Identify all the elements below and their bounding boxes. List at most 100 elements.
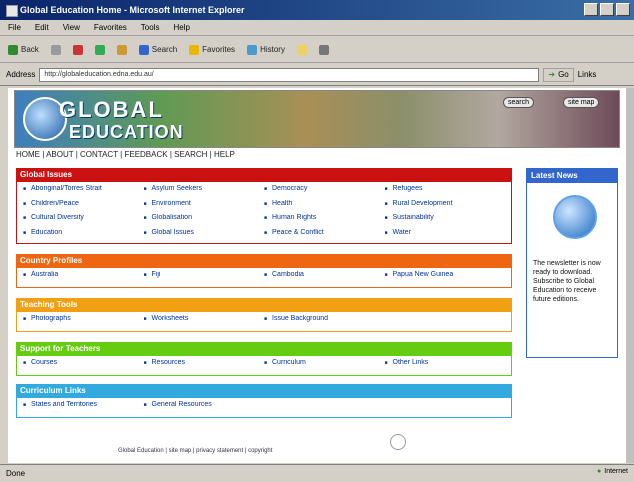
link[interactable]: States and Territories bbox=[23, 401, 144, 414]
link[interactable]: Education bbox=[23, 229, 144, 241]
search-label: Search bbox=[151, 45, 178, 54]
refresh-button[interactable] bbox=[94, 44, 105, 55]
section-links: States and Territories General Resources bbox=[16, 398, 512, 418]
section-curriculum-links: Curriculum Links States and Territories … bbox=[16, 384, 512, 418]
back-icon bbox=[8, 44, 18, 55]
minimize-button[interactable] bbox=[584, 3, 598, 16]
globe-icon[interactable] bbox=[553, 195, 597, 239]
link[interactable]: Cultural Diversity bbox=[23, 214, 144, 226]
page-content: GLOBAL EDUCATION search site map HOME | … bbox=[8, 88, 626, 463]
go-button[interactable]: ➔ Go bbox=[543, 67, 574, 82]
go-arrow-icon: ➔ bbox=[548, 70, 556, 79]
menu-tools[interactable]: Tools bbox=[141, 23, 160, 32]
section-links: Photographs Worksheets Issue Background bbox=[16, 312, 512, 332]
link[interactable]: Fiji bbox=[144, 271, 265, 284]
search-icon bbox=[138, 44, 149, 55]
latest-news-text[interactable]: The newsletter is now ready to download.… bbox=[533, 259, 615, 304]
internet-zone-icon: ● bbox=[597, 468, 602, 475]
banner-sitemap-button[interactable]: site map bbox=[563, 97, 600, 108]
ie-icon bbox=[6, 5, 18, 17]
section-links: Aboriginal/Torres Strait Asylum Seekers … bbox=[16, 182, 512, 244]
link[interactable]: Other Links bbox=[385, 359, 506, 372]
forward-button[interactable] bbox=[50, 44, 61, 55]
link[interactable]: Sustainability bbox=[385, 214, 506, 226]
link[interactable]: Globalisation bbox=[144, 214, 265, 226]
section-country-profiles: Country Profiles Australia Fiji Cambodia… bbox=[16, 254, 512, 288]
mail-button[interactable] bbox=[296, 44, 307, 55]
logo-line-1: GLOBAL bbox=[59, 97, 164, 122]
stop-button[interactable] bbox=[72, 44, 83, 55]
latest-news-title: Latest News bbox=[527, 169, 617, 183]
menu-edit[interactable]: Edit bbox=[35, 23, 49, 32]
section-links: Courses Resources Curriculum Other Links bbox=[16, 356, 512, 376]
link[interactable]: Photographs bbox=[23, 315, 144, 328]
history-icon bbox=[247, 44, 258, 55]
home-button[interactable] bbox=[116, 44, 127, 55]
favorites-icon bbox=[189, 44, 200, 55]
link[interactable]: Refugees bbox=[385, 185, 506, 197]
section-teaching-tools: Teaching Tools Photographs Worksheets Is… bbox=[16, 298, 512, 332]
menu-file[interactable]: File bbox=[8, 23, 21, 32]
section-title: Country Profiles bbox=[16, 254, 512, 268]
section-support-for-teachers: Support for Teachers Courses Resources C… bbox=[16, 342, 512, 376]
close-button[interactable] bbox=[616, 3, 630, 16]
menu-favorites[interactable]: Favorites bbox=[94, 23, 127, 32]
link[interactable]: Australia bbox=[23, 271, 144, 284]
section-title: Support for Teachers bbox=[16, 342, 512, 356]
link[interactable]: Environment bbox=[144, 200, 265, 212]
print-icon bbox=[318, 44, 329, 55]
link[interactable]: Peace & Conflict bbox=[264, 229, 385, 241]
back-button[interactable]: Back bbox=[8, 44, 39, 55]
status-bar: Done ● Internet bbox=[0, 464, 634, 482]
mail-icon bbox=[296, 44, 307, 55]
vertical-scrollbar[interactable] bbox=[626, 88, 634, 463]
link[interactable]: Curriculum bbox=[264, 359, 385, 372]
site-banner: GLOBAL EDUCATION search site map bbox=[14, 90, 620, 148]
link[interactable]: Courses bbox=[23, 359, 144, 372]
link[interactable]: Papua New Guinea bbox=[385, 271, 506, 284]
zone-label: Internet bbox=[604, 468, 628, 475]
refresh-icon bbox=[94, 44, 105, 55]
logo-line-2: EDUCATION bbox=[69, 122, 184, 142]
status-text: Done bbox=[6, 469, 26, 478]
link[interactable]: Democracy bbox=[264, 185, 385, 197]
section-title: Curriculum Links bbox=[16, 384, 512, 398]
site-logo[interactable]: GLOBAL EDUCATION bbox=[59, 99, 184, 143]
link[interactable]: Aboriginal/Torres Strait bbox=[23, 185, 144, 197]
link[interactable]: Asylum Seekers bbox=[144, 185, 265, 197]
link[interactable]: Resources bbox=[144, 359, 265, 372]
back-label: Back bbox=[21, 45, 39, 54]
link[interactable]: Rural Development bbox=[385, 200, 506, 212]
banner-search-button[interactable]: search bbox=[503, 97, 535, 108]
link[interactable]: Children/Peace bbox=[23, 200, 144, 212]
section-title: Teaching Tools bbox=[16, 298, 512, 312]
address-label: Address bbox=[6, 70, 36, 79]
link[interactable]: Cambodia bbox=[264, 271, 385, 284]
maximize-button[interactable] bbox=[600, 3, 614, 16]
link[interactable]: Worksheets bbox=[144, 315, 265, 328]
link[interactable]: Health bbox=[264, 200, 385, 212]
menu-bar: File Edit View Favorites Tools Help bbox=[0, 20, 634, 36]
link[interactable]: Water bbox=[385, 229, 506, 241]
menu-help[interactable]: Help bbox=[173, 23, 189, 32]
section-global-issues: Global Issues Aboriginal/Torres Strait A… bbox=[16, 168, 512, 244]
link[interactable]: Issue Background bbox=[264, 315, 385, 328]
stop-icon bbox=[72, 44, 83, 55]
address-bar: Address http://globaleducation.edna.edu.… bbox=[0, 64, 634, 86]
page-footer[interactable]: Global Education | site map | privacy st… bbox=[118, 448, 272, 454]
history-button[interactable]: History bbox=[247, 44, 285, 55]
link[interactable]: Global Issues bbox=[144, 229, 265, 241]
security-zone: ● Internet bbox=[597, 468, 628, 475]
top-navigation[interactable]: HOME | ABOUT | CONTACT | FEEDBACK | SEAR… bbox=[16, 150, 235, 159]
address-input[interactable]: http://globaleducation.edna.edu.au/ bbox=[39, 67, 540, 82]
history-label: History bbox=[260, 45, 285, 54]
link[interactable]: Human Rights bbox=[264, 214, 385, 226]
links-button[interactable]: Links bbox=[578, 70, 597, 79]
print-button[interactable] bbox=[318, 44, 329, 55]
menu-view[interactable]: View bbox=[63, 23, 80, 32]
favorites-button[interactable]: Favorites bbox=[189, 44, 235, 55]
search-button[interactable]: Search bbox=[138, 44, 178, 55]
link[interactable]: General Resources bbox=[144, 401, 265, 414]
home-icon bbox=[116, 44, 127, 55]
forward-icon bbox=[50, 44, 61, 55]
